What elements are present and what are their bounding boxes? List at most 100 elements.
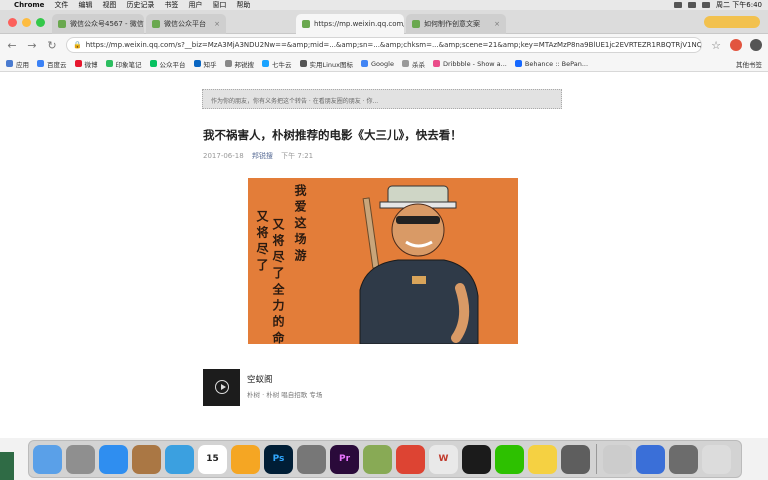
browser-tab[interactable]: 微信公众平台 × [146,14,226,34]
finder-icon[interactable] [33,444,62,474]
browser-tab[interactable]: 微信公众号4567 - 微信编辑 × [52,14,144,34]
calendar-icon[interactable]: 15 [198,444,227,474]
bookmark-favicon-icon [401,60,409,67]
baidu-netdisk-icon[interactable] [231,444,260,474]
article-author[interactable]: 邦锐搜 [252,152,273,160]
menu-bookmarks[interactable]: 书签 [164,0,178,10]
browser-toolbar: ← → ↻ 🔒 https://mp.weixin.qq.com/s?__biz… [0,34,768,56]
tab-strip: 微信公众号4567 - 微信编辑 × 微信公众平台 × https://mp.w… [0,10,768,34]
profile-button[interactable] [704,16,760,28]
extension-icon[interactable] [730,39,742,51]
qq-icon[interactable] [462,444,491,474]
bookmarks-bar: 应用 百度云 微博 印象笔记 公众平台 知乎 邦锐搜 七牛云 实用Linux图标 Google 杀杀… [0,56,768,72]
hero-person-illustration [359,185,479,344]
menu-clock[interactable]: 周二 下午6:40 [716,0,762,10]
bookmark-favicon-icon [432,60,440,67]
bookmark-item[interactable]: 印象笔记 [105,59,142,69]
menu-history[interactable]: 历史记录 [126,0,154,10]
bookmark-favicon-icon [262,60,269,67]
dock-separator [596,444,597,474]
play-icon [215,380,229,394]
menu-view[interactable]: 视图 [102,0,116,10]
bookmark-favicon-icon [299,60,307,67]
bookmark-item[interactable]: 七牛云 [262,59,292,69]
account-card[interactable]: 空蚁阁 朴树 · 朴树 唱自招歌 专场 [203,369,503,407]
bookmark-label: 印象笔记 [115,60,142,69]
other-bookmarks[interactable]: 其他书签 [736,59,762,69]
wps-icon[interactable]: W [429,444,458,474]
bookmark-item[interactable]: 公众平台 [149,59,186,69]
premiere-icon[interactable]: Pr [330,444,359,474]
bookmark-item[interactable]: Google [361,60,394,68]
minimize-window-button[interactable] [22,18,31,27]
menu-help[interactable]: 帮助 [236,0,250,10]
bookmark-item[interactable]: 邦锐搜 [224,59,254,69]
hero-image: 我 爱 这 场 游 又 将 尽 了 全 力 的 命 又 将 尽 了 [248,178,518,344]
netease-icon[interactable] [636,444,665,474]
status-icon[interactable] [674,2,683,8]
menu-file[interactable]: 文件 [54,0,68,10]
menu-people[interactable]: 用户 [188,0,202,10]
address-bar[interactable]: 🔒 https://mp.weixin.qq.com/s?__biz=MzA3M… [66,37,702,53]
menu-icon[interactable] [750,39,762,51]
trash-icon[interactable] [702,444,731,474]
mail-icon[interactable] [603,444,632,474]
bookmark-label: 应用 [16,60,29,69]
close-tab-icon[interactable]: × [208,20,220,28]
web-page: 作为你的朋友，你有义务把这个转告 · 在看朋友圈的朋友 · 你... 我不祸害人… [0,72,768,438]
browser-tab-active[interactable]: https://mp.weixin.qq.com/s?... × [296,14,404,34]
bookmark-label: 微博 [84,60,98,69]
battery-icon[interactable] [702,2,711,8]
reload-icon[interactable]: ↻ [46,39,58,52]
bookmark-favicon-icon [74,60,82,67]
browser-tab[interactable]: 如何制作创意文案 × [406,14,506,34]
photos-icon[interactable] [132,444,161,474]
menu-edit[interactable]: 编辑 [78,0,92,10]
star-icon[interactable]: ☆ [710,39,722,52]
bookmark-label: 杀杀 [411,60,425,69]
downloads-icon[interactable] [669,444,698,474]
wechat-icon[interactable] [495,444,524,474]
app-store-icon[interactable] [99,444,128,474]
bookmark-label: Dribbble - Show a... [442,59,507,68]
article-meta: 2017-06-18 邦锐搜 下午 7:21 [203,151,313,161]
tab-favicon-icon [152,20,160,28]
bookmark-item[interactable]: 杀杀 [401,59,425,69]
address-url: https://mp.weixin.qq.com/s?__biz=MzA3MjA… [85,41,702,49]
photoshop-icon[interactable]: Ps [264,444,293,474]
chrome-icon[interactable] [396,444,425,474]
bookmark-label: 百度云 [47,60,67,69]
bookmark-label: 知乎 [203,60,217,69]
menu-bar: Chrome 文件 编辑 视图 历史记录 书签 用户 窗口 帮助 周二 下午6:… [0,0,768,10]
notes-icon[interactable] [528,444,557,474]
keynote-icon[interactable] [561,444,590,474]
back-icon[interactable]: ← [6,39,18,52]
safari-icon[interactable] [165,444,194,474]
tab-title: 如何制作创意文案 [424,20,480,28]
menu-app-name[interactable]: Chrome [14,1,44,9]
screen-shot-icon[interactable] [297,444,326,474]
menu-window[interactable]: 窗口 [212,0,226,10]
tab-favicon-icon [58,20,66,28]
bookmark-label: Behance :: BePan... [524,59,589,68]
account-avatar[interactable] [203,369,240,406]
bookmark-favicon-icon [361,60,369,67]
bookmark-item[interactable]: 应用 [6,59,29,69]
account-name[interactable]: 空蚁阁 [247,373,273,385]
bookmark-label: Google [371,59,394,68]
close-window-button[interactable] [8,18,17,27]
bookmark-favicon-icon [149,60,157,67]
bookmark-item[interactable]: 百度云 [37,59,67,69]
bookmark-item[interactable]: Dribbble - Show a... [432,59,507,68]
preview-icon[interactable] [363,444,392,474]
bookmark-item[interactable]: 实用Linux图标 [299,59,353,69]
zoom-window-button[interactable] [36,18,45,27]
tab-favicon-icon [302,20,310,28]
bookmark-item[interactable]: 微博 [74,59,98,69]
close-tab-icon[interactable]: × [488,20,500,28]
forward-icon[interactable]: → [26,39,38,52]
wifi-icon[interactable] [688,2,697,8]
bookmark-item[interactable]: 知乎 [193,59,217,69]
bookmark-item[interactable]: Behance :: BePan... [514,59,589,68]
system-prefs-icon[interactable] [66,444,95,474]
